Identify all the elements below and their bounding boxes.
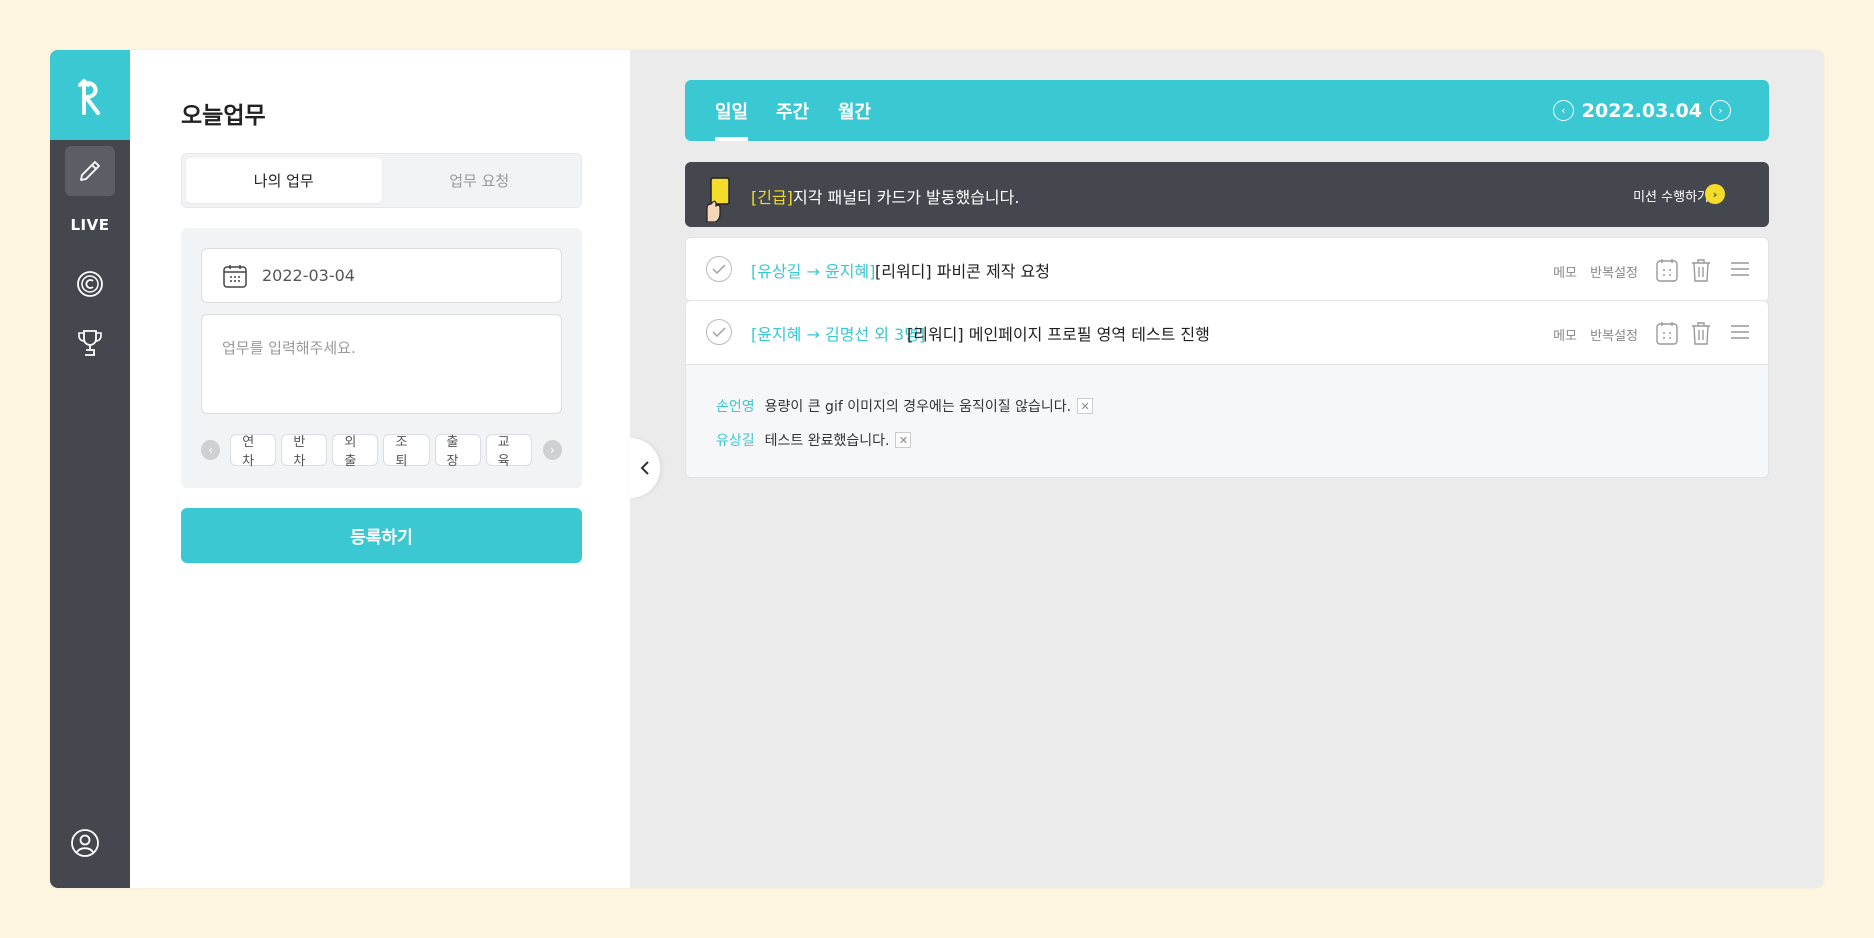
trash-icon[interactable] xyxy=(1690,320,1712,346)
chips-prev-button[interactable]: ‹ xyxy=(201,440,221,460)
rail-item-live[interactable]: LIVE xyxy=(65,200,115,250)
chip-business-trip[interactable]: 출장 xyxy=(434,434,481,469)
tab-daily[interactable]: 일일 xyxy=(715,98,749,141)
chip-early-leave[interactable]: 조퇴 xyxy=(383,434,430,469)
task-complete-checkbox[interactable] xyxy=(706,256,732,282)
chevron-left-icon xyxy=(640,461,649,475)
memo-button[interactable]: 메모 xyxy=(1553,325,1577,344)
task-title[interactable]: [리워디] 파비콘 제작 요청 xyxy=(875,258,1050,282)
penalty-card-icon xyxy=(706,177,730,222)
task-card: [윤지혜 → 김명선 외 3명] [리워디] 메인페이지 프로필 영역 테스트 … xyxy=(685,300,1769,478)
chip-annual-leave[interactable]: 연차 xyxy=(230,434,277,469)
tab-weekly[interactable]: 주간 xyxy=(776,98,809,141)
chip-half-day[interactable]: 반차 xyxy=(281,434,328,469)
app-window: LIVE 오늘업무 나의 업무 업무 요청 2022-03-04 업무를 입력해… xyxy=(50,50,1824,888)
task-assignment: [윤지혜 → 김명선 외 3명] xyxy=(751,325,926,344)
view-tabs-bar: 일일 주간 월간 ‹ 2022.03.04 › xyxy=(685,80,1769,141)
task-form: 2022-03-04 ‹ 연차 반차 외출 조퇴 출장 교육 › xyxy=(181,228,582,488)
task-type-segment: 나의 업무 업무 요청 xyxy=(181,153,582,208)
calendar-icon xyxy=(223,264,247,288)
rail-item-coin[interactable] xyxy=(65,259,115,309)
nav-rail: LIVE xyxy=(50,50,130,888)
task-assignment: [유상길 → 윤지혜] xyxy=(751,262,876,281)
submit-button[interactable]: 등록하기 xyxy=(181,508,582,563)
collapse-panel-button[interactable] xyxy=(630,438,660,498)
chip-list: 연차 반차 외출 조퇴 출장 교육 xyxy=(230,434,536,469)
mission-link[interactable]: 미션 수행하기 xyxy=(1633,186,1709,205)
leave-type-chips: ‹ 연차 반차 외출 조퇴 출장 교육 › xyxy=(201,434,562,469)
date-value: 2022-03-04 xyxy=(262,266,355,285)
delete-comment-button[interactable]: ✕ xyxy=(1077,398,1094,414)
comment-text: 테스트 완료했습니다. xyxy=(764,433,890,449)
task-title[interactable]: [리워디] 메인페이지 프로필 영역 테스트 진행 xyxy=(907,321,1210,345)
comment-author: 유상길 xyxy=(716,433,755,449)
logo-icon xyxy=(78,79,100,115)
urgent-message: 지각 패널티 카드가 발동했습니다. xyxy=(793,188,1020,207)
comment-author: 손언영 xyxy=(716,399,755,415)
tab-task-requests[interactable]: 업무 요청 xyxy=(382,158,578,203)
delete-comment-button[interactable]: ✕ xyxy=(895,432,912,448)
current-date: 2022.03.04 xyxy=(1581,99,1702,122)
pencil-icon xyxy=(80,161,100,181)
drag-handle-icon[interactable] xyxy=(1730,324,1750,340)
date-field[interactable]: 2022-03-04 xyxy=(201,248,562,303)
coin-icon xyxy=(77,271,103,297)
comment-list: 손언영 용량이 큰 gif 이미지의 경우에는 움직이질 않습니다. ✕ 유상길… xyxy=(686,364,1768,477)
check-icon xyxy=(712,264,726,275)
comment-text: 용량이 큰 gif 이미지의 경우에는 움직이질 않습니다. xyxy=(764,399,1072,415)
calendar-icon[interactable] xyxy=(1655,257,1679,283)
next-date-button[interactable]: › xyxy=(1710,100,1731,121)
memo-button[interactable]: 메모 xyxy=(1553,262,1577,281)
drag-handle-icon[interactable] xyxy=(1730,261,1750,277)
date-navigator: ‹ 2022.03.04 › xyxy=(1552,80,1731,141)
task-complete-checkbox[interactable] xyxy=(706,319,732,345)
chips-next-button[interactable]: › xyxy=(542,440,562,460)
main-area: 일일 주간 월간 ‹ 2022.03.04 › [긴급] 지각 패널티 카드가 … xyxy=(630,50,1824,888)
trash-icon[interactable] xyxy=(1690,257,1712,283)
chip-outing[interactable]: 외출 xyxy=(332,434,379,469)
page-title: 오늘업무 xyxy=(181,103,266,129)
repeat-button[interactable]: 반복설정 xyxy=(1590,262,1638,281)
task-card: [유상길 → 윤지혜] [리워디] 파비콘 제작 요청 메모 반복설정 xyxy=(685,237,1769,302)
calendar-icon[interactable] xyxy=(1655,320,1679,346)
task-row: [유상길 → 윤지혜] [리워디] 파비콘 제작 요청 메모 반복설정 xyxy=(686,238,1768,301)
today-tasks-panel: 오늘업무 나의 업무 업무 요청 2022-03-04 ‹ 연차 반차 xyxy=(130,50,630,888)
app-logo[interactable] xyxy=(50,50,130,140)
task-input[interactable] xyxy=(201,314,562,414)
tab-monthly[interactable]: 월간 xyxy=(838,98,871,141)
urgent-tag: [긴급] xyxy=(751,188,793,207)
chip-training[interactable]: 교육 xyxy=(485,434,532,469)
repeat-button[interactable]: 반복설정 xyxy=(1590,325,1638,344)
rail-item-ranking[interactable] xyxy=(65,318,115,368)
comment-item: 유상길 테스트 완료했습니다. ✕ xyxy=(716,423,1738,457)
prev-date-button[interactable]: ‹ xyxy=(1552,100,1574,121)
comment-item: 손언영 용량이 큰 gif 이미지의 경우에는 움직이질 않습니다. ✕ xyxy=(716,389,1738,423)
live-label: LIVE xyxy=(70,216,110,234)
check-icon xyxy=(712,327,726,338)
profile-button[interactable] xyxy=(70,828,100,862)
user-icon xyxy=(71,829,99,857)
urgent-banner: [긴급] 지각 패널티 카드가 발동했습니다. 미션 수행하기 › xyxy=(685,162,1769,227)
trophy-icon xyxy=(78,330,102,356)
rail-item-tasks[interactable] xyxy=(65,146,115,196)
task-row: [윤지혜 → 김명선 외 3명] [리워디] 메인페이지 프로필 영역 테스트 … xyxy=(686,301,1768,364)
mission-go-icon[interactable]: › xyxy=(1705,184,1725,204)
tab-my-tasks[interactable]: 나의 업무 xyxy=(186,158,382,203)
